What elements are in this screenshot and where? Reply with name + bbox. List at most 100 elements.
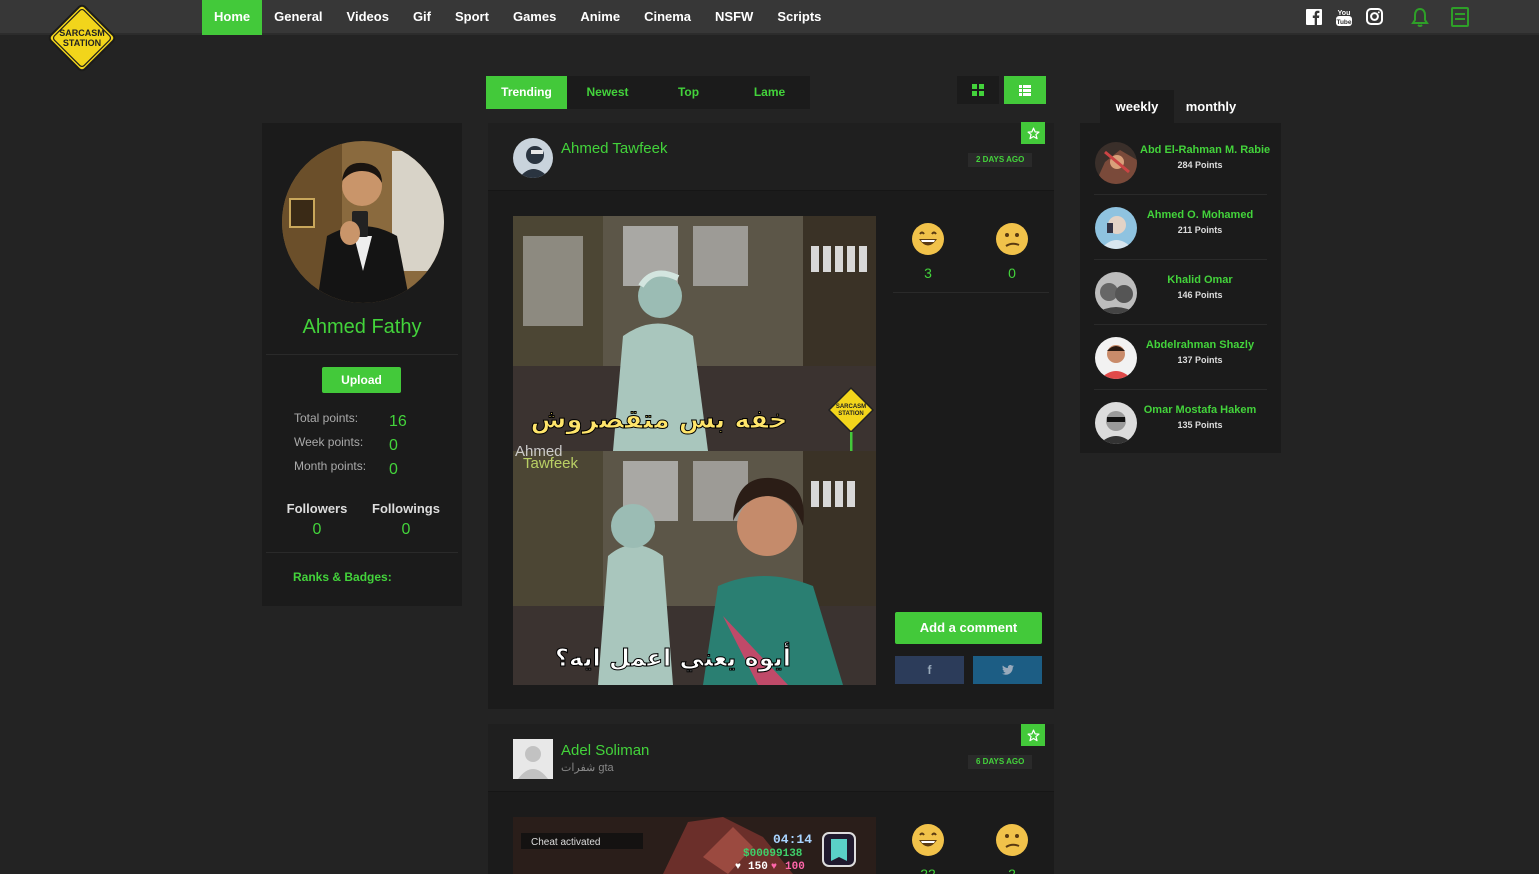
followers-label[interactable]: Followers — [277, 501, 357, 516]
laugh-reaction[interactable]: 3 — [903, 222, 953, 281]
upload-box-icon[interactable] — [1450, 6, 1470, 28]
facebook-share-icon: f — [927, 663, 932, 677]
list-view-button[interactable] — [1004, 76, 1046, 104]
svg-text:Tawfeek: Tawfeek — [523, 455, 579, 472]
divider — [266, 552, 458, 553]
star-icon — [1026, 728, 1040, 741]
nav-gif[interactable]: Gif — [401, 0, 443, 35]
user-avatar[interactable] — [1095, 142, 1137, 184]
bell-icon[interactable] — [1410, 6, 1430, 28]
feed-tabs: Trending Newest Top Lame — [486, 76, 810, 109]
confused-emoji-icon — [996, 223, 1028, 255]
profile-avatar[interactable] — [282, 141, 444, 303]
upload-button[interactable]: Upload — [322, 367, 401, 393]
user-name[interactable]: Abdelrahman Shazly — [1140, 339, 1260, 351]
divider — [1094, 259, 1267, 260]
meh-count: 0 — [1008, 265, 1016, 281]
youtube-icon[interactable]: You Tube — [1336, 6, 1352, 28]
tab-newest[interactable]: Newest — [567, 76, 648, 109]
meh-reaction[interactable]: 0 — [987, 222, 1037, 281]
post-author[interactable]: Ahmed Tawfeek — [561, 140, 667, 157]
svg-text:SARCASM: SARCASM — [836, 404, 866, 410]
post-image[interactable]: SARCASM STATION خفه بس متقصروش أيوه يعني… — [513, 216, 876, 685]
month-points-value: 0 — [389, 461, 398, 478]
followings-count: 0 — [401, 521, 411, 538]
tab-weekly[interactable]: weekly — [1100, 90, 1174, 123]
svg-text:Tube: Tube — [1336, 19, 1351, 26]
author-avatar[interactable] — [513, 739, 553, 779]
divider — [893, 292, 1049, 293]
user-name[interactable]: Ahmed O. Mohamed — [1140, 209, 1260, 221]
leaderboard-row[interactable]: Khalid Omar 146 Points — [1080, 272, 1281, 337]
nav-anime[interactable]: Anime — [568, 0, 632, 35]
user-name[interactable]: Omar Mostafa Hakem — [1140, 404, 1260, 416]
laugh-reaction[interactable]: 22 — [903, 823, 953, 874]
meme-caption-top: خفه بس متقصروش — [530, 405, 787, 435]
divider — [1094, 324, 1267, 325]
post-image[interactable]: Cheat activated 04:14 $00099138 ♥ 150 ♥ … — [513, 817, 876, 874]
site-logo[interactable]: SARCASM STATION — [46, 2, 118, 74]
nav-nsfw[interactable]: NSFW — [703, 0, 765, 35]
total-points-value: 16 — [389, 413, 407, 430]
nav-general[interactable]: General — [262, 0, 334, 35]
user-avatar[interactable] — [1095, 402, 1137, 444]
top-navbar: Home General Videos Gif Sport Games Anim… — [0, 0, 1539, 35]
user-avatar[interactable] — [1095, 207, 1137, 249]
tab-top[interactable]: Top — [648, 76, 729, 109]
favorite-button[interactable] — [1021, 122, 1045, 144]
user-name[interactable]: Abd El-Rahman M. Rabie — [1140, 144, 1270, 156]
facebook-icon[interactable] — [1306, 6, 1322, 28]
profile-name: Ahmed Fathy — [302, 316, 422, 338]
favorite-button[interactable] — [1021, 724, 1045, 746]
laugh-count: 22 — [920, 866, 936, 874]
svg-text:STATION: STATION — [838, 411, 863, 417]
instagram-icon[interactable] — [1366, 6, 1383, 28]
followings-label[interactable]: Followings — [366, 501, 446, 516]
nav-games[interactable]: Games — [501, 0, 568, 35]
share-facebook-button[interactable]: f — [895, 656, 964, 684]
nav-scripts[interactable]: Scripts — [765, 0, 833, 35]
confused-emoji-icon — [996, 824, 1028, 856]
post-card: Adel Soliman شفرات gta 6 DAYS AGO Cheat … — [488, 724, 1054, 874]
user-points: 284 Points — [1177, 160, 1223, 170]
post-author[interactable]: Adel Soliman — [561, 742, 649, 759]
add-comment-button[interactable]: Add a comment — [895, 612, 1042, 644]
nav-sport[interactable]: Sport — [443, 0, 501, 35]
leaderboard-row[interactable]: Abd El-Rahman M. Rabie 284 Points — [1080, 142, 1281, 207]
user-name[interactable]: Khalid Omar — [1140, 274, 1260, 286]
author-avatar[interactable] — [513, 138, 553, 178]
twitter-share-icon — [1001, 665, 1014, 675]
post-subtitle: شفرات gta — [561, 762, 614, 774]
leaderboard-row[interactable]: Omar Mostafa Hakem 135 Points — [1080, 402, 1281, 467]
share-twitter-button[interactable] — [973, 656, 1042, 684]
nav-home[interactable]: Home — [202, 0, 263, 35]
user-avatar[interactable] — [1095, 337, 1137, 379]
user-avatar[interactable] — [1095, 272, 1137, 314]
post-timestamp: 2 DAYS AGO — [968, 153, 1033, 167]
post-timestamp: 6 DAYS AGO — [968, 755, 1033, 769]
tab-lame[interactable]: Lame — [729, 76, 810, 109]
divider — [266, 354, 458, 355]
meh-reaction[interactable]: 2 — [987, 823, 1037, 874]
list-view-icon — [1019, 84, 1031, 96]
week-points-label: Week points: — [294, 435, 364, 449]
grid-view-button[interactable] — [957, 76, 999, 104]
followers-count: 0 — [312, 521, 322, 538]
leaderboard-row[interactable]: Ahmed O. Mohamed 211 Points — [1080, 207, 1281, 272]
leaderboard-panel: Abd El-Rahman M. Rabie 284 Points Ahmed … — [1080, 123, 1281, 453]
nav-videos[interactable]: Videos — [335, 0, 401, 35]
hud-armor: 100 — [785, 861, 805, 873]
tab-trending[interactable]: Trending — [486, 76, 567, 109]
nav-cinema[interactable]: Cinema — [632, 0, 703, 35]
hud-health-icon: ♥ — [735, 861, 741, 872]
hud-time: 04:14 — [773, 832, 812, 847]
meme-caption-bottom: أيوه يعني اعمل ايه؟ — [555, 642, 791, 672]
user-points: 137 Points — [1177, 355, 1223, 365]
month-points-label: Month points: — [294, 459, 367, 473]
tab-monthly[interactable]: monthly — [1174, 90, 1248, 123]
leaderboard-row[interactable]: Abdelrahman Shazly 137 Points — [1080, 337, 1281, 402]
star-icon — [1026, 126, 1040, 139]
svg-text:STATION: STATION — [63, 38, 101, 48]
user-points: 211 Points — [1177, 225, 1223, 235]
svg-text:You: You — [1338, 10, 1351, 17]
